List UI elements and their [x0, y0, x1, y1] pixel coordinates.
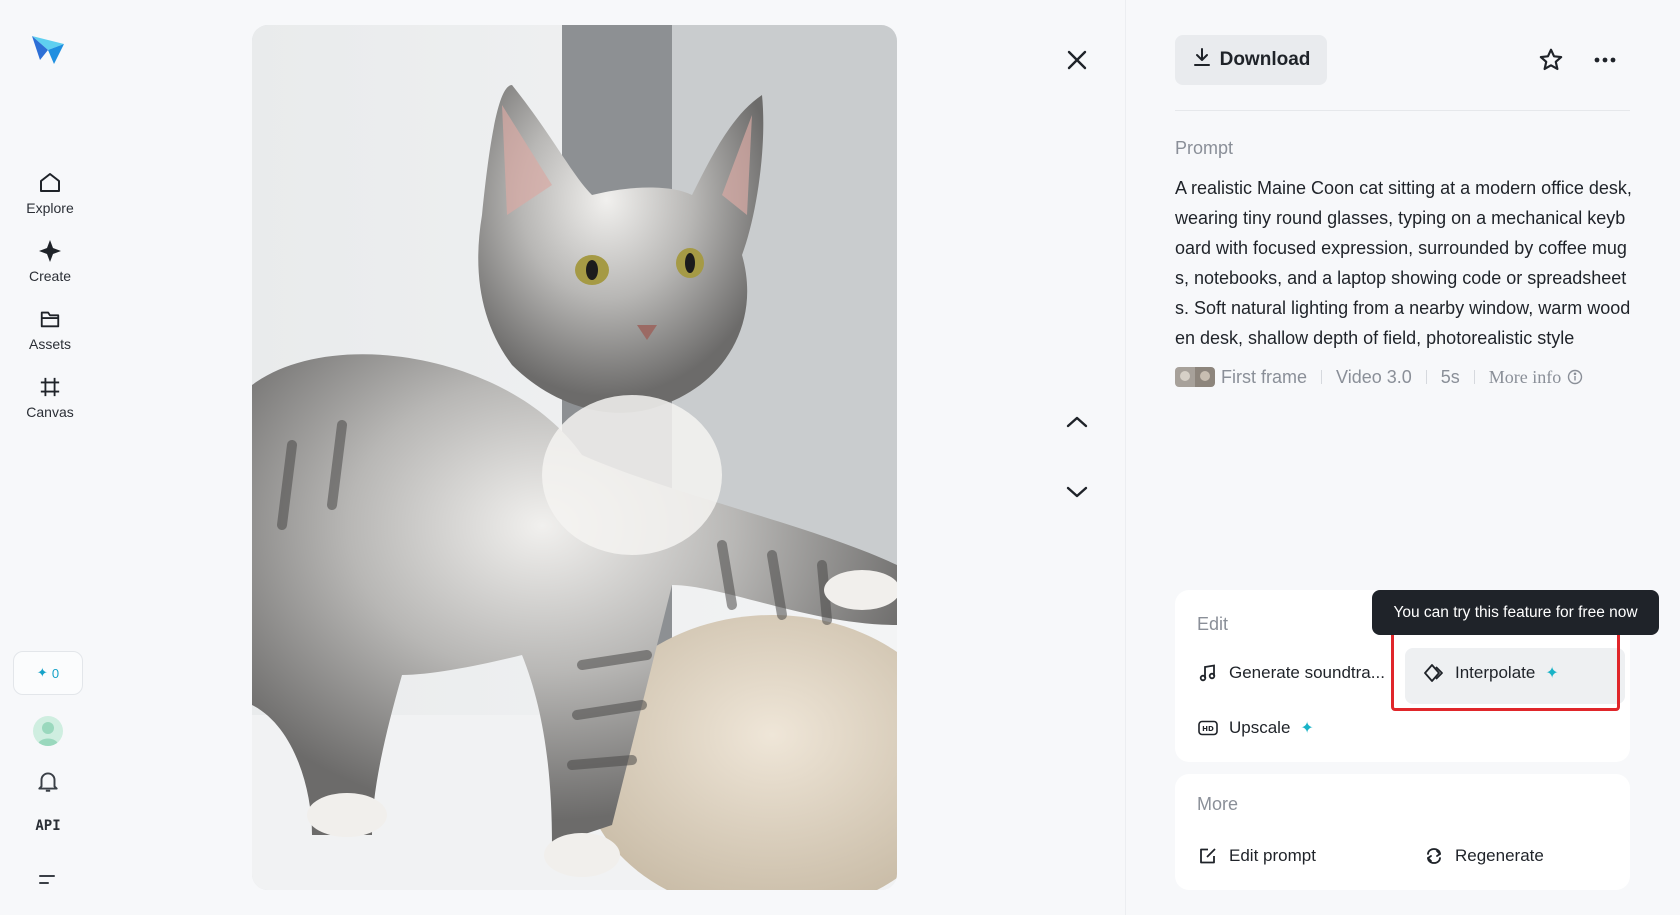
model-label: Video 3.0	[1336, 366, 1412, 387]
sidebar: Explore Create Assets Canvas ✦ 0 API	[0, 0, 100, 915]
sparkle-icon: ✦	[36, 665, 48, 680]
sidebar-item-create[interactable]: Create	[10, 238, 90, 298]
edit-prompt-button[interactable]: Edit prompt	[1197, 830, 1316, 882]
first-frame-label: First frame	[1221, 366, 1308, 387]
download-label: Download	[1219, 49, 1311, 70]
meta-separator	[1425, 370, 1427, 384]
avatar[interactable]	[33, 716, 63, 746]
home-icon	[37, 170, 63, 196]
info-icon	[1568, 369, 1583, 385]
prompt-heading: Prompt	[1175, 138, 1234, 158]
regenerate-button[interactable]: Regenerate	[1423, 830, 1544, 882]
credits-count: 0	[51, 665, 60, 681]
sidebar-item-label: Create	[28, 268, 72, 284]
credits-badge[interactable]: ✦ 0	[13, 651, 83, 695]
interpolate-label: Interpolate	[1455, 663, 1536, 682]
sparkle-create-icon	[37, 238, 63, 264]
chevron-up-icon[interactable]	[1059, 404, 1095, 440]
regenerate-icon	[1423, 845, 1445, 867]
feature-tooltip: You can try this feature for free now	[1372, 590, 1659, 635]
api-link[interactable]: API	[30, 818, 66, 840]
chevron-down-icon[interactable]	[1059, 474, 1095, 510]
sidebar-item-explore[interactable]: Explore	[10, 170, 90, 230]
download-icon	[1192, 47, 1212, 73]
duration-label: 5s	[1440, 366, 1460, 387]
menu-icon[interactable]	[35, 868, 59, 892]
hd-icon: HD	[1197, 717, 1219, 739]
interpolate-button[interactable]: Interpolate ✦	[1423, 647, 1559, 699]
meta-separator	[1321, 370, 1323, 384]
sidebar-item-label: Assets	[28, 336, 71, 352]
frame-canvas-icon	[37, 374, 63, 400]
upscale-label: Upscale	[1229, 718, 1291, 737]
sparkle-icon: ✦	[1300, 720, 1314, 737]
more-info-label: More info	[1488, 366, 1562, 387]
interpolate-icon	[1423, 662, 1445, 684]
bell-icon[interactable]	[35, 768, 61, 794]
generate-soundtrack-button[interactable]: Generate soundtra...	[1197, 647, 1385, 699]
edit-card-title: Edit	[1197, 614, 1229, 634]
sidebar-item-canvas[interactable]: Canvas	[10, 374, 90, 434]
more-options-icon[interactable]	[1589, 44, 1621, 76]
more-card-title: More	[1197, 794, 1239, 814]
generate-soundtrack-label: Generate soundtra...	[1229, 663, 1385, 682]
sparkle-icon: ✦	[1545, 665, 1559, 682]
prompt-text: A realistic Maine Coon cat sitting at a …	[1175, 178, 1632, 348]
sidebar-item-assets[interactable]: Assets	[10, 306, 90, 366]
app-logo-icon[interactable]	[30, 30, 66, 66]
generation-meta: First frame Video 3.0 5s More info	[1175, 365, 1583, 389]
music-note-icon	[1197, 662, 1219, 684]
cat-image	[252, 25, 897, 890]
svg-text:HD: HD	[1202, 725, 1214, 733]
folder-icon	[37, 306, 63, 332]
star-icon[interactable]	[1535, 44, 1567, 76]
video-preview[interactable]	[252, 25, 897, 890]
edit-prompt-label: Edit prompt	[1229, 846, 1316, 865]
sidebar-item-label: Canvas	[26, 404, 74, 420]
meta-separator	[1473, 370, 1475, 384]
upscale-button[interactable]: HD Upscale ✦	[1197, 702, 1314, 754]
first-frame-thumbnail[interactable]	[1175, 367, 1215, 387]
sidebar-item-label: Explore	[26, 200, 74, 216]
regenerate-label: Regenerate	[1455, 846, 1544, 865]
close-icon[interactable]	[1059, 42, 1095, 78]
header-divider	[1175, 110, 1630, 111]
more-info-link[interactable]: More info	[1489, 367, 1583, 388]
edit-icon	[1197, 845, 1219, 867]
download-button[interactable]: Download	[1175, 35, 1327, 85]
panel-divider	[1125, 0, 1126, 915]
